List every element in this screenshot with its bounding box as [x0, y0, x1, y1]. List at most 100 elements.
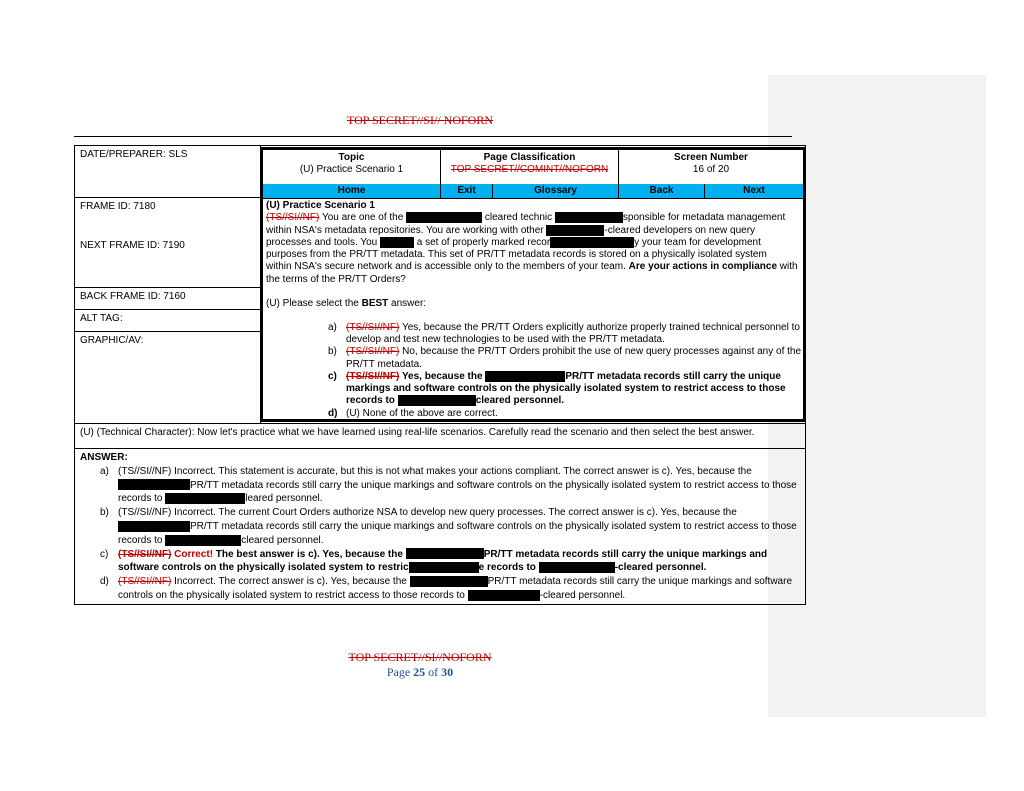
options-list: a) (TS//SI//NF) Yes, because the PR/TT O…	[266, 322, 802, 420]
scenario-question: Are your actions in compliance	[628, 261, 777, 273]
page-classification-value: TOP SECRET//COMINT//NOFORN	[450, 164, 609, 175]
answer-item-c: c) (TS//SI//NF) Correct! The best answer…	[80, 548, 800, 576]
answer-section: ANSWER: a) (TS//SI//NF) Incorrect. This …	[75, 451, 805, 603]
option-marking: (TS//SI//NF)	[346, 371, 400, 382]
answer-text: e records to	[478, 562, 539, 574]
answer-marking: (TS//SI//NF)	[118, 507, 172, 519]
header-rule	[74, 136, 792, 137]
redaction-block	[408, 562, 479, 574]
scenario-line: within NSA's secure network and is acces…	[266, 261, 626, 273]
scenario-line: purposes from the PR/TT metadata. This s…	[266, 249, 767, 261]
scenario-line: You are one of the	[319, 212, 407, 224]
scenario-line: sponsible for metadata management	[622, 212, 786, 224]
scenario-line: y your team for development	[634, 237, 761, 249]
screen-number-value: 16 of 20	[692, 164, 730, 175]
redaction-block	[538, 562, 615, 574]
graphic-av: GRAPHIC/AV:	[75, 332, 261, 423]
nav-bar: Home Exit Glossary Back Next	[263, 184, 803, 199]
technical-character-note: (U) (Technical Character): Now let's pra…	[75, 423, 805, 449]
page-total: 30	[441, 665, 454, 679]
option-letter: a)	[328, 322, 337, 334]
answer-marking: (TS//SI//NF)	[118, 576, 172, 588]
screen-number-label: Screen Number	[674, 152, 748, 163]
answer-item-b: b) (TS//SI//NF) Incorrect. The current C…	[80, 506, 800, 547]
answer-text: cleared personnel.	[241, 534, 324, 546]
redaction-block	[165, 493, 246, 505]
redaction-block	[165, 534, 242, 546]
answer-title: ANSWER:	[80, 452, 128, 463]
page-label: Page	[386, 665, 411, 679]
topic-cell: Topic (U) Practice Scenario 1	[263, 150, 441, 184]
frame-id-cell: FRAME ID: 7180 NEXT FRAME ID: 7190	[75, 198, 261, 288]
course-screen: Topic (U) Practice Scenario 1 Page Class…	[260, 147, 806, 422]
answer-text: The best answer is c). Yes, because the	[213, 548, 406, 560]
answer-text: -cleared personnel.	[614, 562, 707, 574]
back-frame-id: BACK FRAME ID: 7160	[75, 288, 261, 310]
select-best: BEST	[361, 297, 389, 309]
redaction-block	[379, 236, 414, 248]
redaction-block	[546, 224, 605, 236]
topic-value: (U) Practice Scenario 1	[299, 164, 404, 175]
frame-id: FRAME ID: 7180	[80, 201, 156, 212]
redaction-block	[406, 212, 483, 224]
answer-item-a: a) (TS//SI//NF) Incorrect. This statemen…	[80, 465, 800, 506]
redaction-block	[397, 395, 476, 407]
answer-text: Incorrect. The correct answer is c). Yes…	[171, 576, 410, 588]
select-text: (U) Please select the	[266, 297, 362, 309]
option-c[interactable]: c) (TS//SI//NF) Yes, because the PR/TT m…	[266, 370, 802, 408]
option-d[interactable]: d) (U) None of the above are correct.	[266, 408, 802, 420]
answer-letter: c)	[100, 548, 109, 560]
glossary-button[interactable]: Glossary	[493, 184, 619, 198]
answer-text: leared personnel.	[245, 493, 323, 505]
scenario-line: cleared technic	[482, 212, 553, 224]
answer-text: Incorrect. The current Court Orders auth…	[171, 507, 737, 519]
option-letter: b)	[328, 346, 337, 358]
answer-letter: a)	[100, 465, 109, 477]
option-text: No, because the PR/TT Orders prohibit th…	[346, 346, 802, 370]
page-current: 25	[413, 665, 426, 679]
scenario-content: (U) Practice Scenario 1 (TS//SI//NF) You…	[266, 200, 802, 420]
scenario-marking: (TS//SI//NF)	[266, 212, 320, 224]
page-classification-cell: Page Classification TOP SECRET//COMINT//…	[441, 150, 619, 184]
redaction-block	[467, 589, 540, 601]
scenario-text: (TS//SI//NF) You are one of the cleared …	[266, 212, 802, 286]
scenario-line: -cleared developers on new query	[604, 224, 756, 236]
page-of: of	[428, 665, 439, 679]
answer-item-d: d) (TS//SI//NF) Incorrect. The correct a…	[80, 575, 800, 603]
answer-marking: (TS//SI//NF)	[118, 465, 172, 477]
redaction-block	[118, 479, 190, 491]
home-button[interactable]: Home	[263, 184, 441, 198]
top-classification-banner: TOP SECRET//SI// NOFORN	[346, 113, 494, 127]
page-classification-label: Page Classification	[483, 152, 576, 163]
option-b[interactable]: b) (TS//SI//NF) No, because the PR/TT Or…	[266, 346, 802, 370]
redaction-block	[405, 548, 484, 560]
screen-header: Topic (U) Practice Scenario 1 Page Class…	[263, 150, 803, 185]
date-preparer-cell: DATE/PREPARER: SLS	[75, 146, 261, 198]
redaction-block	[118, 520, 190, 532]
next-frame-id: NEXT FRAME ID: 7190	[80, 240, 185, 251]
correct-label: Correct!	[171, 548, 214, 560]
answer-letter: d)	[100, 576, 109, 588]
next-button[interactable]: Next	[705, 184, 803, 198]
scenario-line: within NSA's metadata repositories. You …	[266, 224, 547, 236]
redaction-block	[550, 236, 635, 248]
option-text: (U) None of the above are correct.	[346, 407, 498, 419]
alt-tag: ALT TAG:	[75, 310, 261, 332]
answer-text: -cleared personnel.	[539, 589, 626, 601]
option-marking: (TS//SI//NF)	[346, 322, 400, 334]
answer-letter: b)	[100, 507, 109, 519]
redaction-block	[554, 212, 623, 224]
screen-number-cell: Screen Number 16 of 20	[619, 150, 803, 184]
back-button[interactable]: Back	[619, 184, 705, 198]
scenario-line: processes and tools. You	[266, 237, 380, 249]
option-a[interactable]: a) (TS//SI//NF) Yes, because the PR/TT O…	[266, 322, 802, 346]
option-text: Yes, because the PR/TT Orders explicitly…	[346, 322, 800, 346]
bottom-classification-banner: TOP SECRET//SI//NOFORN	[348, 650, 492, 664]
option-marking: (TS//SI//NF)	[346, 346, 400, 358]
topic-label: Topic	[338, 152, 365, 163]
scenario-line: a set of properly marked recor	[413, 237, 551, 249]
exit-button[interactable]: Exit	[441, 184, 493, 198]
option-letter: d)	[328, 407, 338, 419]
option-text: cleared personnel.	[475, 395, 565, 407]
option-letter: c)	[328, 370, 337, 382]
